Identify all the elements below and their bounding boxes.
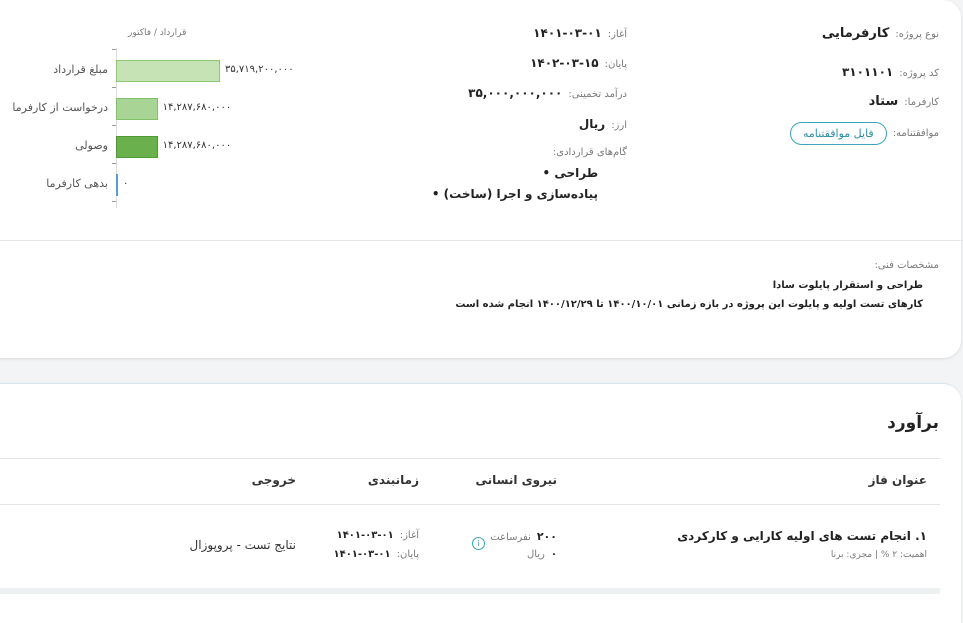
project-code-label: کد پروژه:: [899, 68, 939, 79]
project-code-row: کد پروژه: ۳۱۰۱۱۰۱: [842, 65, 939, 79]
manpower-hours: ۲۰۰ نفرساعت: [490, 530, 557, 543]
end-date-value: ۱۴۰۲-۰۳-۱۵: [530, 56, 599, 70]
chart-bar[interactable]: [116, 60, 220, 82]
revenue-label: درآمد تخمینی:: [568, 89, 627, 100]
chart-category-label: مبلغ قرارداد: [53, 63, 108, 76]
table-top-divider: [0, 458, 940, 459]
schedule-start-value: ۱۴۰۱-۰۳-۰۱: [336, 530, 394, 541]
agreement-row: موافقتنامه: فایل موافقتنامه: [789, 122, 939, 145]
chart-category-label: درخواست از کارفرما: [12, 101, 108, 114]
header-output: خروجی: [251, 473, 296, 487]
milestone-text: پیاده‌سازی و اجرا (ساخت): [443, 187, 598, 201]
chart-tick: [112, 201, 116, 202]
currency-label: ارز:: [611, 120, 627, 131]
project-type-value: کارفرمایی: [821, 26, 890, 41]
chart-tick: [112, 125, 116, 126]
chart-value-label: ۳۵,۷۱۹,۲۰۰,۰۰۰: [225, 64, 294, 75]
technical-label: مشخصات فنی:: [874, 260, 939, 271]
schedule-start: آغاز: ۱۴۰۱-۰۳-۰۱: [337, 530, 419, 541]
header-phase: عنوان فاز: [868, 473, 927, 487]
schedule-end-value: ۱۴۰۱-۰۳-۰۱: [333, 549, 391, 560]
next-row-strip: [0, 588, 940, 594]
chart-category-label: وصولی: [75, 139, 108, 152]
start-date-label: آغاز:: [607, 29, 627, 40]
info-icon[interactable]: i: [472, 537, 485, 550]
cost-unit: ریال: [526, 549, 545, 560]
chart-value-label: ۰: [123, 178, 129, 189]
end-date-label: پایان:: [604, 59, 627, 70]
schedule-start-label: آغاز:: [399, 530, 419, 541]
chart-tick: [112, 163, 116, 164]
start-date-row: آغاز: ۱۴۰۱-۰۳-۰۱: [533, 26, 627, 40]
chart-bar[interactable]: [116, 136, 158, 158]
estimate-title: برآورد: [887, 413, 939, 433]
end-date-row: پایان: ۱۴۰۲-۰۳-۱۵: [530, 56, 627, 70]
project-type-label: نوع پروژه:: [895, 29, 939, 40]
schedule-end-label: پایان:: [396, 549, 419, 560]
chart-category-label: بدهی کارفرما: [46, 177, 108, 190]
employer-row: کارفرما: ستاد: [869, 94, 939, 109]
chart-value-label: ۱۴,۲۸۷,۶۸۰,۰۰۰: [162, 140, 232, 151]
project-type-row: نوع پروژه: کارفرمایی: [822, 26, 939, 41]
revenue-row: درآمد تخمینی: ۳۵,۰۰۰,۰۰۰,۰۰۰: [468, 86, 627, 100]
currency-row: ارز: ریال: [579, 117, 627, 131]
chart-tick: [112, 87, 116, 88]
currency-value: ریال: [578, 117, 606, 131]
technical-line-2: کارهای تست اولیه و پایلوت این پروژه در ب…: [455, 299, 923, 310]
start-date-value: ۱۴۰۱-۰۳-۰۱: [533, 26, 602, 40]
milestone-item: پیاده‌سازی و اجرا (ساخت) •: [431, 187, 598, 201]
chart-tick: [112, 49, 116, 50]
milestone-item: طراحی •: [542, 166, 598, 180]
header-manpower: نیروی انسانی: [475, 473, 558, 487]
manpower-cost: ۰ ریال: [527, 549, 557, 560]
revenue-value: ۳۵,۰۰۰,۰۰۰,۰۰۰: [468, 86, 563, 100]
cost-value: ۰: [550, 549, 557, 560]
agreement-label: موافقتنامه:: [892, 128, 939, 139]
phase-title: ۱. انجام تست های اولیه کارایی و کارکردی: [677, 529, 927, 543]
chart-bar[interactable]: [116, 98, 158, 120]
header-schedule: زمانبندی: [367, 473, 419, 487]
table-header-divider: [0, 504, 940, 505]
contract-invoice-chart: مبلغ قرارداد ۳۵,۷۱۹,۲۰۰,۰۰۰ درخواست از کار…: [0, 0, 320, 220]
schedule-end: پایان: ۱۴۰۱-۰۳-۰۱: [333, 549, 419, 560]
phase-meta: اهمیت: ۲ % | مجری: برنا: [830, 550, 927, 560]
project-code-value: ۳۱۰۱۱۰۱: [841, 65, 894, 79]
estimate-card: [0, 383, 961, 623]
milestones-label: گام‌های قراردادی:: [552, 147, 627, 158]
section-divider: [0, 240, 963, 241]
employer-value: ستاد: [868, 94, 899, 109]
hours-value: ۲۰۰: [536, 530, 557, 543]
milestone-text: طراحی: [554, 166, 598, 180]
hours-unit: نفرساعت: [490, 532, 531, 543]
chart-value-label: ۱۴,۲۸۷,۶۸۰,۰۰۰: [162, 102, 232, 113]
employer-label: کارفرما:: [904, 97, 939, 108]
phase-output: نتایج تست - پروپوزال: [189, 538, 296, 552]
chart-bar[interactable]: [116, 174, 118, 196]
agreement-file-button[interactable]: فایل موافقتنامه: [789, 122, 887, 145]
technical-line-1: طراحی و استقرار پایلوت سادا: [772, 280, 923, 291]
